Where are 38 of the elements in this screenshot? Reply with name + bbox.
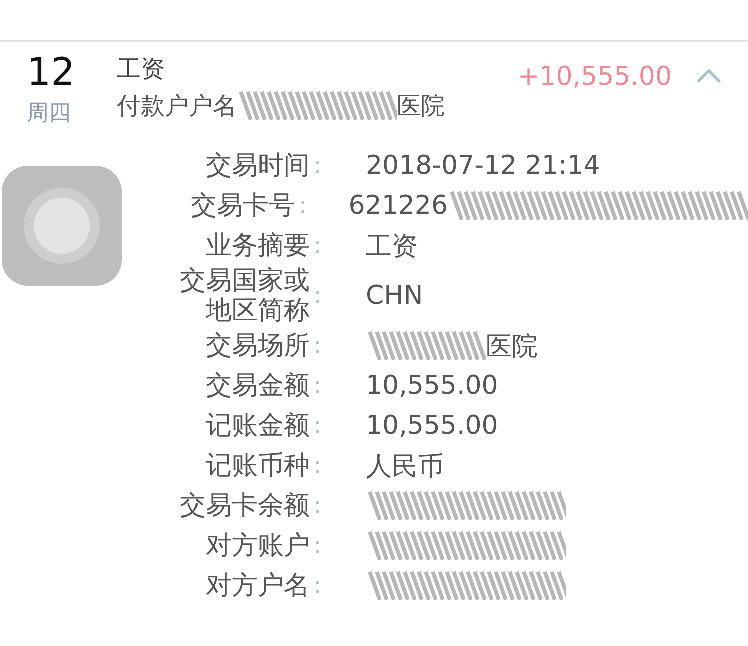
colon-mark: : bbox=[313, 454, 322, 478]
assistive-touch-button[interactable] bbox=[2, 166, 122, 286]
field-label: 交易时间 bbox=[206, 151, 310, 181]
day-number: 12 bbox=[27, 52, 76, 92]
field-value: 10,555.00 bbox=[366, 411, 498, 441]
field-label: 交易金额 bbox=[206, 371, 310, 401]
colon-mark: : bbox=[313, 534, 322, 558]
colon-mark: : bbox=[313, 574, 322, 598]
transaction-title: 工资 bbox=[117, 54, 166, 85]
field-label: 交易卡余额 bbox=[180, 491, 310, 521]
field-value: 621226 bbox=[348, 191, 448, 221]
field-label: 对方户名 bbox=[206, 571, 310, 601]
field-value: 2018-07-12 21:14 bbox=[366, 151, 600, 181]
colon-mark: : bbox=[313, 234, 322, 258]
colon-mark: : bbox=[313, 154, 322, 178]
amount-text: +10,555.00 bbox=[518, 62, 672, 92]
colon-mark: : bbox=[313, 284, 322, 308]
chevron-up-icon[interactable] bbox=[696, 68, 722, 84]
colon-mark: : bbox=[313, 414, 322, 438]
field-value: 医院 bbox=[486, 330, 538, 364]
field-label: 记账币种 bbox=[206, 451, 310, 481]
field-label: 记账金额 bbox=[206, 411, 310, 441]
field-value: CHN bbox=[366, 281, 424, 311]
colon-mark: : bbox=[313, 494, 322, 518]
field-label: 对方账户 bbox=[206, 531, 310, 561]
colon-mark: : bbox=[298, 194, 308, 218]
field-value: 人民币 bbox=[366, 450, 444, 484]
payer-text: 医院 bbox=[397, 91, 445, 122]
colon-mark: : bbox=[313, 334, 322, 358]
field-value: 工资 bbox=[366, 230, 418, 264]
field-label: 交易国家或地区简称 bbox=[179, 266, 310, 326]
field-value: 10,555.00 bbox=[366, 371, 498, 401]
colon-mark: : bbox=[313, 374, 322, 398]
field-label: 交易场所 bbox=[206, 331, 310, 361]
payer-label: 付款户户名 bbox=[117, 91, 237, 122]
field-label: 业务摘要 bbox=[206, 231, 310, 261]
weekday-label: 周四 bbox=[27, 100, 72, 128]
field-label: 交易卡号 bbox=[191, 191, 296, 221]
